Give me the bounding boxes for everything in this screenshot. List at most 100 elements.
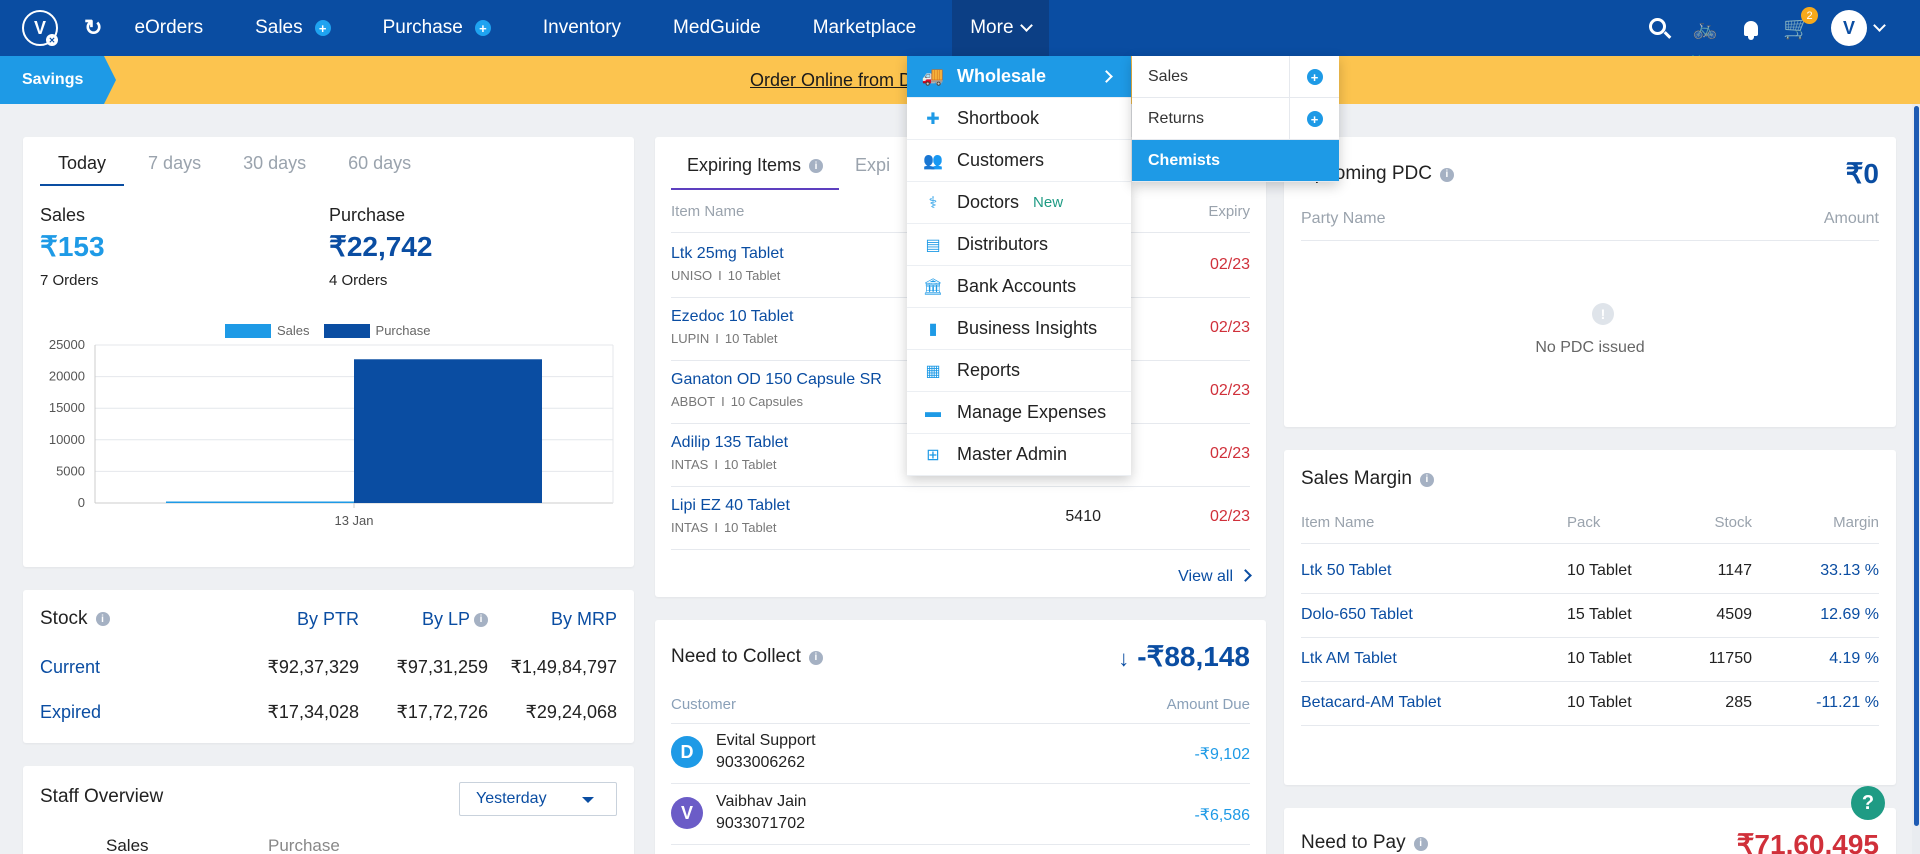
amount-due: -₹6,586 <box>1194 807 1250 824</box>
info-icon[interactable]: i <box>1439 167 1454 182</box>
customer-avatar: V <box>671 797 703 829</box>
customer-phone: 9033071702 <box>716 815 805 832</box>
info-icon[interactable]: i <box>95 612 110 627</box>
notifications-button[interactable] <box>1739 16 1763 40</box>
info-icon[interactable]: i <box>1419 472 1434 487</box>
item-mfr: UNISO <box>671 268 713 283</box>
stock-row-current: Current ₹92,37,329 ₹97,31,259 ₹1,49,84,7… <box>40 657 617 678</box>
menu-item-business-insights[interactable]: ▮ Business Insights <box>907 308 1131 350</box>
menu-item-wholesale[interactable]: 🚚 Wholesale <box>907 56 1131 98</box>
item-pack: 10 Tablet <box>723 520 777 535</box>
avatar[interactable]: V <box>1831 10 1867 46</box>
menu-item-label: Customers <box>957 150 1045 170</box>
nav-eorders[interactable]: eOrders <box>118 0 229 56</box>
menu-item-bank-accounts[interactable]: 🏛 Bank Accounts <box>907 266 1131 308</box>
sales-margin-card: Sales Margin i Item Name Pack Stock Margi… <box>1284 450 1896 785</box>
truck-icon: 🚚 <box>921 66 945 86</box>
savings-tag[interactable]: Savings <box>0 56 116 104</box>
col-expiry: Expiry <box>1208 203 1250 220</box>
menu-item-customers[interactable]: 👥 Customers <box>907 140 1131 182</box>
stock-header-ptr[interactable]: By PTR <box>230 609 359 630</box>
item-name[interactable]: Ganaton OD 150 Capsule SR <box>671 371 882 389</box>
table-row[interactable]: Lipi EZ 40 Tablet INTAS I 10 Tablet 5410 02/2… <box>671 486 1250 550</box>
item-stock: 11750 <box>1708 650 1752 667</box>
add-button[interactable]: + <box>1289 98 1339 140</box>
help-button[interactable]: ? <box>1851 786 1885 820</box>
separator: I <box>715 331 719 346</box>
menu-item-doctors[interactable]: ⚕ Doctors New <box>907 182 1131 224</box>
menu-item-distributors[interactable]: ▤ Distributors <box>907 224 1131 266</box>
chevron-down-icon <box>1019 19 1033 32</box>
nav-medguide[interactable]: MedGuide <box>647 0 787 56</box>
item-name[interactable]: Ltk 25mg Tablet <box>671 245 784 263</box>
nav-purchase[interactable]: Purchase + <box>357 0 517 56</box>
stock-header-lp[interactable]: By LP i <box>359 609 488 630</box>
add-purchase-icon[interactable]: + <box>474 20 491 36</box>
nav-inventory[interactable]: Inventory <box>517 0 647 56</box>
view-all-link[interactable]: View all <box>1178 568 1250 586</box>
x-tick-label: 13 Jan <box>334 513 373 528</box>
submenu-item-label: Chemists <box>1148 151 1221 169</box>
nav-marketplace[interactable]: Marketplace <box>787 0 943 56</box>
add-button[interactable]: + <box>1289 56 1339 98</box>
plus-circle-icon: + <box>1306 69 1323 85</box>
stock-header-mrp[interactable]: By MRP <box>488 609 617 630</box>
order-online-link[interactable]: Order Online from Distributors <box>750 70 910 91</box>
chevron-down-icon[interactable] <box>1873 18 1886 32</box>
search-button[interactable] <box>1647 16 1671 40</box>
stock-title: Stock i <box>40 608 230 630</box>
tab-today[interactable]: Today <box>40 153 125 186</box>
menu-item-manage-expenses[interactable]: ▬ Manage Expenses <box>907 392 1131 434</box>
submenu-item-chemists[interactable]: Chemists <box>1132 140 1339 182</box>
nav-more[interactable]: More <box>952 0 1049 56</box>
item-name[interactable]: Betacard-AM Tablet <box>1301 694 1441 712</box>
submenu-item-returns[interactable]: Returns + <box>1132 98 1339 140</box>
delivery-button[interactable]: 🚲New <box>1691 16 1719 69</box>
refresh-icon[interactable]: ↻ <box>84 15 102 41</box>
item-name[interactable]: Dolo-650 Tablet <box>1301 606 1413 624</box>
tab-30-days[interactable]: 30 days <box>225 153 324 186</box>
y-tick-label: 25000 <box>49 337 85 352</box>
item-meta: INTAS I 10 Tablet <box>671 520 776 535</box>
info-icon[interactable]: i <box>809 159 824 174</box>
tab-7-days[interactable]: 7 days <box>130 153 219 186</box>
wholesale-submenu: Sales + Returns + Chemists <box>1132 56 1339 182</box>
plus-circle-icon: + <box>1306 111 1323 127</box>
cart-button[interactable]: 🛒 2 <box>1783 7 1818 40</box>
menu-item-master-admin[interactable]: ⊞ Master Admin <box>907 434 1131 476</box>
item-name[interactable]: Ltk AM Tablet <box>1301 650 1397 668</box>
item-name[interactable]: Lipi EZ 40 Tablet <box>671 497 790 515</box>
bell-icon <box>1744 20 1758 40</box>
period-select[interactable]: Yesterday <box>459 782 617 816</box>
table-row[interactable]: Ltk AM Tablet 10 Tablet 11750 4.19 % <box>1301 638 1879 682</box>
stock-row-label[interactable]: Current <box>40 657 230 678</box>
table-row[interactable]: Dolo-650 Tablet 15 Tablet 4509 12.69 % <box>1301 594 1879 638</box>
stock-row-label[interactable]: Expired <box>40 702 230 723</box>
tab-expiring-items[interactable]: Expiring Items i <box>671 155 840 190</box>
tab-expired-items[interactable]: Expi <box>839 155 906 190</box>
info-icon[interactable]: i <box>474 612 488 627</box>
nav-label: More <box>970 17 1014 38</box>
stock-header-lp-text: By LP <box>421 608 470 629</box>
list-item[interactable]: D Evital Support 9033006262 -₹9,102 <box>671 724 1250 784</box>
add-sales-icon[interactable]: + <box>314 20 331 36</box>
submenu-item-sales[interactable]: Sales + <box>1132 56 1339 98</box>
item-name[interactable]: Ezedoc 10 Tablet <box>671 308 793 326</box>
menu-item-shortbook[interactable]: ✚ Shortbook <box>907 98 1131 140</box>
tab-60-days[interactable]: 60 days <box>330 153 429 186</box>
y-tick-label: 15000 <box>49 400 85 415</box>
item-expiry: 02/23 <box>1209 256 1250 273</box>
nav-label: Purchase <box>382 17 463 38</box>
info-icon[interactable]: i <box>1413 836 1428 851</box>
table-row[interactable]: Betacard-AM Tablet 10 Tablet 285 -11.21 % <box>1301 682 1879 726</box>
app-logo[interactable]: V ✕ <box>22 10 58 46</box>
bar-purchase <box>354 359 542 503</box>
menu-item-reports[interactable]: ▦ Reports <box>907 350 1131 392</box>
info-icon[interactable]: i <box>808 650 823 665</box>
item-name[interactable]: Ltk 50 Tablet <box>1301 562 1391 580</box>
scrollbar-thumb[interactable] <box>1914 106 1919 826</box>
nav-sales[interactable]: Sales + <box>229 0 357 56</box>
item-name[interactable]: Adilip 135 Tablet <box>671 434 788 452</box>
table-row[interactable]: Ltk 50 Tablet 10 Tablet 1147 33.13 % <box>1301 550 1879 594</box>
list-item[interactable]: V Vaibhav Jain 9033071702 -₹6,586 <box>671 785 1250 845</box>
